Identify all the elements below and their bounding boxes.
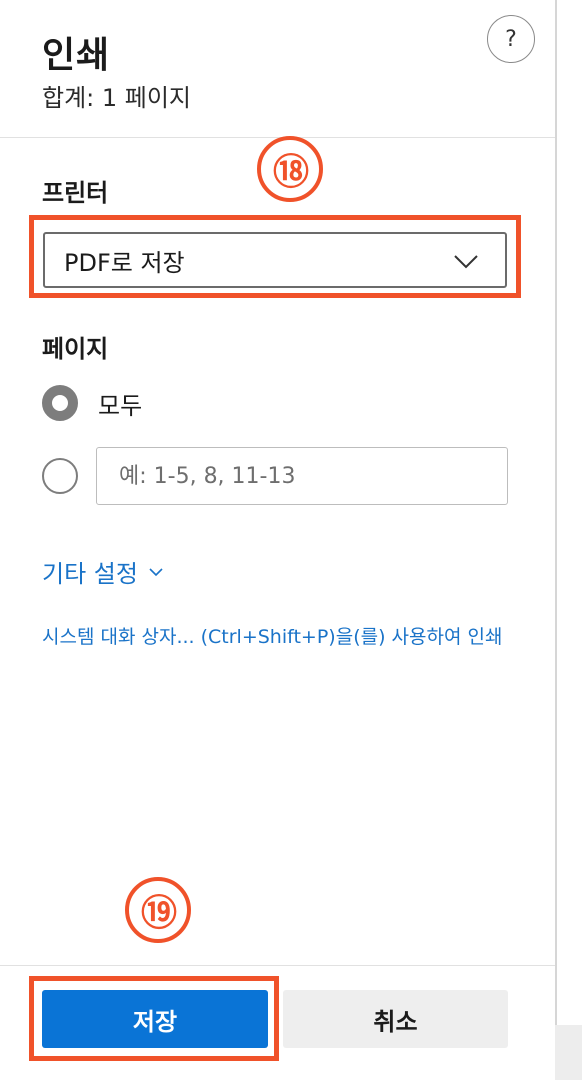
help-icon: ? <box>505 26 517 52</box>
preview-bottom-strip <box>555 1025 582 1080</box>
printer-select[interactable]: PDF로 저장 <box>43 232 507 288</box>
cancel-button[interactable]: 취소 <box>283 990 508 1048</box>
radio-all-pages[interactable]: 모두 <box>42 385 142 421</box>
system-dialog-link[interactable]: 시스템 대화 상자... (Ctrl+Shift+P)을(를) 사용하여 인쇄 <box>42 622 555 649</box>
more-settings-label: 기타 설정 <box>42 560 138 588</box>
footer-divider <box>0 965 555 966</box>
print-panel: 인쇄 합계: 1 페이지 ? ⑱ 프린터 PDF로 저장 페이지 모두 기타 설… <box>0 0 555 1080</box>
help-button[interactable]: ? <box>487 15 535 63</box>
radio-custom-pages[interactable] <box>42 458 78 494</box>
chevron-down-icon <box>149 567 163 576</box>
radio-selected-icon[interactable] <box>42 385 78 421</box>
preview-area <box>557 0 582 1025</box>
printer-label: 프린터 <box>42 179 109 207</box>
annotation-marker-18: ⑱ <box>257 136 323 202</box>
radio-unselected-icon[interactable] <box>42 458 78 494</box>
radio-all-label: 모두 <box>98 391 143 420</box>
page-title: 인쇄 <box>42 35 111 76</box>
pages-label: 페이지 <box>42 335 109 363</box>
more-settings-link[interactable]: 기타 설정 <box>42 554 164 589</box>
page-count: 합계: 1 페이지 <box>42 84 192 112</box>
page-range-input[interactable] <box>96 447 508 505</box>
annotation-marker-19: ⑲ <box>125 877 191 943</box>
printer-select-value: PDF로 저장 <box>64 248 185 277</box>
save-button[interactable]: 저장 <box>42 990 268 1048</box>
chevron-down-icon <box>454 255 478 269</box>
